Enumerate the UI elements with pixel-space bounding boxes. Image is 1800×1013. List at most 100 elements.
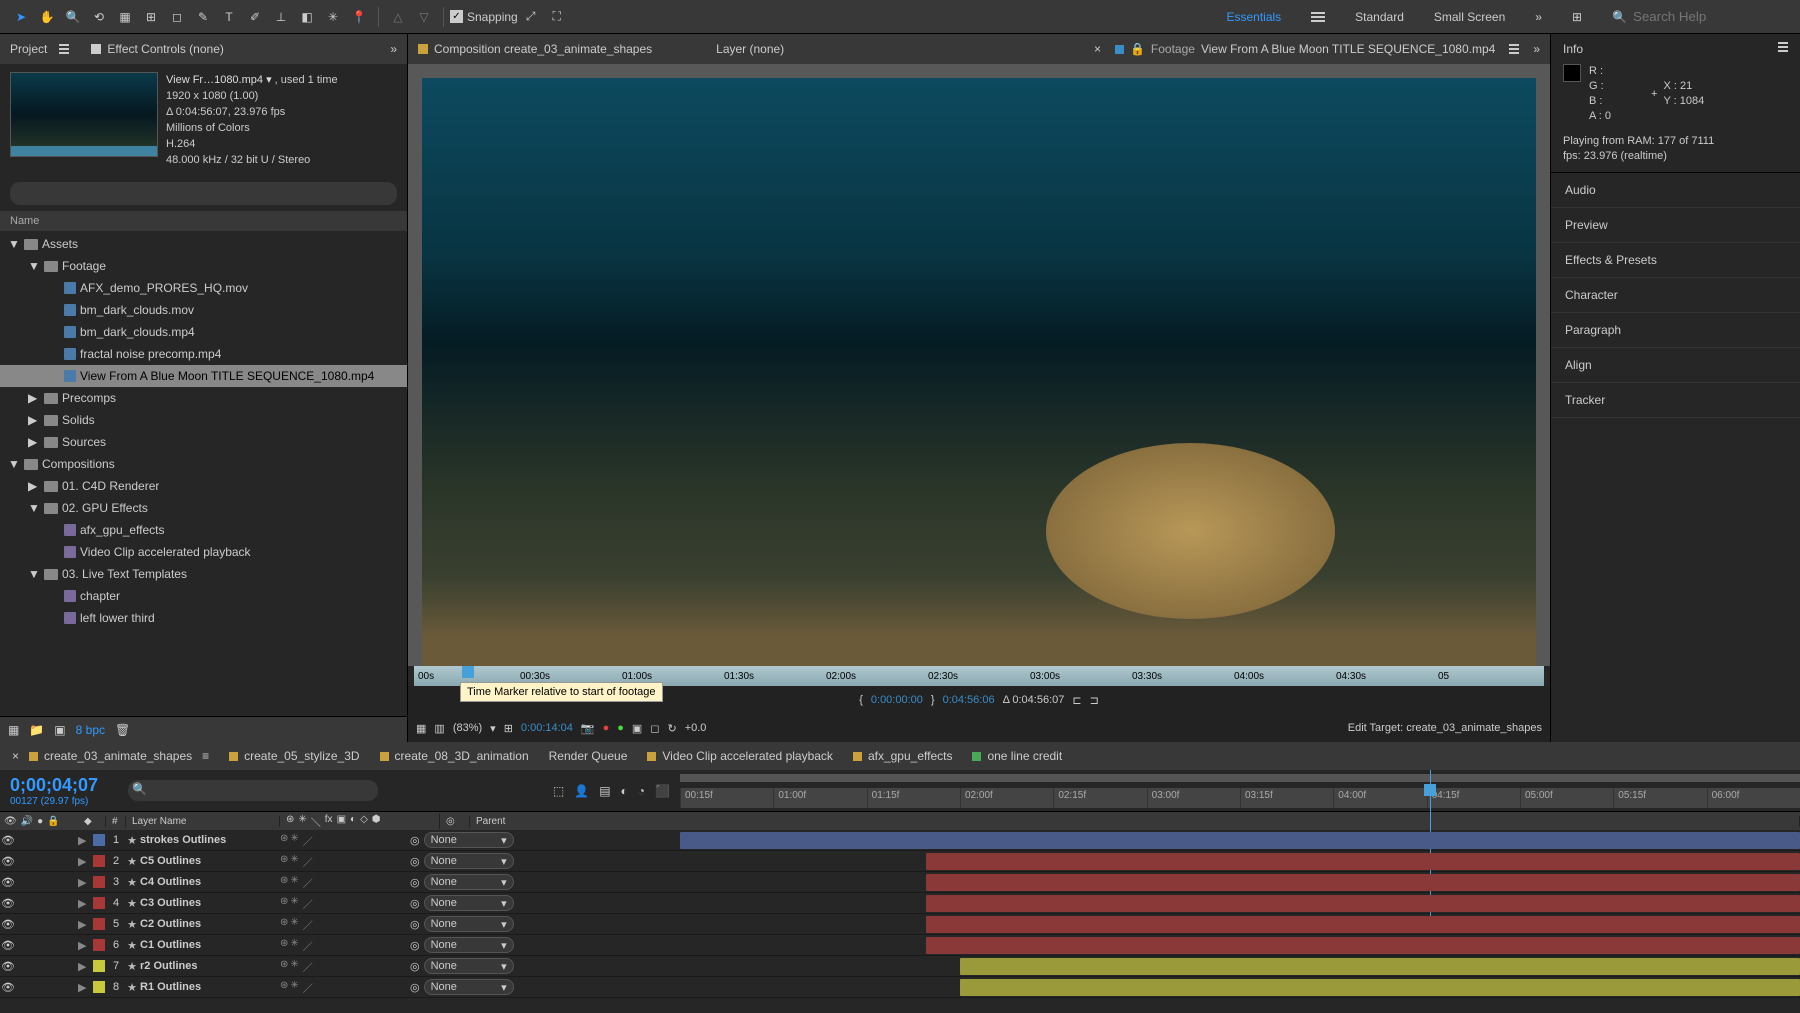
rect-tool-icon[interactable]: ◻ — [164, 4, 190, 30]
pickwhip-icon[interactable]: ◎ — [410, 939, 420, 952]
solo-col-icon[interactable]: ● — [37, 816, 43, 827]
lock-icon[interactable] — [48, 834, 64, 847]
visibility-icon[interactable]: 👁 — [0, 960, 16, 973]
expand-layer-icon[interactable]: ▶ — [78, 939, 90, 952]
expand-icon[interactable]: » — [1533, 42, 1540, 56]
layer-switches[interactable]: ⊛✳／ — [280, 875, 410, 890]
resolution-icon[interactable]: ⊞ — [504, 722, 513, 735]
tree-row[interactable]: bm_dark_clouds.mp4 — [0, 321, 407, 343]
pickwhip-icon[interactable]: ◎ — [410, 834, 420, 847]
audio-icon[interactable] — [16, 981, 32, 994]
tree-row[interactable]: afx_gpu_effects — [0, 519, 407, 541]
pickwhip-icon[interactable]: ◎ — [410, 897, 420, 910]
layer-row[interactable]: 👁▶3★C4 Outlines⊛✳／◎None — [0, 872, 1800, 893]
parent-col[interactable]: Parent — [470, 816, 1800, 827]
panel-item[interactable]: Character — [1551, 278, 1800, 313]
green-channel-icon[interactable]: ● — [617, 722, 624, 734]
layer-track[interactable] — [680, 977, 1800, 998]
snap-opt-icon[interactable]: ⤢ — [518, 4, 544, 30]
panel-menu-icon[interactable] — [59, 44, 69, 54]
tree-row[interactable]: left lower third — [0, 607, 407, 629]
expand-icon[interactable]: » — [390, 42, 397, 56]
parent-dropdown[interactable]: None — [424, 853, 514, 869]
expand-arrow-icon[interactable]: ▼ — [8, 457, 20, 471]
solo-icon[interactable] — [32, 897, 48, 910]
layer-row[interactable]: 👁▶6★C1 Outlines⊛✳／◎None — [0, 935, 1800, 956]
panel-item[interactable]: Tracker — [1551, 383, 1800, 418]
layer-row[interactable]: 👁▶5★C2 Outlines⊛✳／◎None — [0, 914, 1800, 935]
visibility-icon[interactable]: 👁 — [0, 834, 16, 847]
tab-project[interactable]: Project — [10, 42, 47, 56]
expand-layer-icon[interactable]: ▶ — [78, 981, 90, 994]
workspace-small[interactable]: Small Screen — [1434, 10, 1505, 24]
layer-track[interactable] — [680, 893, 1800, 914]
expand-arrow-icon[interactable]: ▼ — [28, 259, 40, 273]
region-icon[interactable]: ◻ — [650, 722, 659, 735]
pickwhip-icon[interactable]: ◎ — [410, 960, 420, 973]
solo-icon[interactable] — [32, 876, 48, 889]
current-frame[interactable]: 0:00:14:04 — [521, 722, 573, 734]
bpc-button[interactable]: 8 bpc — [76, 723, 105, 737]
audio-icon[interactable] — [16, 855, 32, 868]
timeline-tab[interactable]: create_03_animate_shapes ≡ — [29, 749, 209, 763]
lock-icon[interactable] — [48, 939, 64, 952]
layer-switches[interactable]: ⊛✳／ — [280, 959, 410, 974]
layer-name[interactable]: C5 Outlines — [140, 855, 280, 867]
layer-color-swatch[interactable] — [93, 834, 105, 846]
layer-bar[interactable] — [926, 895, 1800, 912]
workspace-essentials[interactable]: Essentials — [1226, 10, 1281, 24]
in-bracket-icon[interactable]: { — [859, 694, 863, 706]
layer-color-swatch[interactable] — [93, 981, 105, 993]
pickwhip-icon[interactable]: ◎ — [410, 855, 420, 868]
lock-icon[interactable] — [48, 855, 64, 868]
out-bracket-icon[interactable]: } — [931, 694, 935, 706]
layer-switches[interactable]: ⊛✳／ — [280, 917, 410, 932]
roto-tool-icon[interactable]: ✳ — [320, 4, 346, 30]
lock-icon[interactable] — [48, 876, 64, 889]
audio-icon[interactable] — [16, 918, 32, 931]
layer-color-swatch[interactable] — [93, 960, 105, 972]
visibility-icon[interactable]: 👁 — [0, 939, 16, 952]
reset-workspace-icon[interactable]: ⊞ — [1572, 10, 1582, 24]
tab-effect-controls[interactable]: Effect Controls (none) — [91, 42, 224, 56]
audio-icon[interactable] — [16, 876, 32, 889]
zoom-tool-icon[interactable]: 🔍 — [60, 4, 86, 30]
visibility-icon[interactable]: 👁 — [0, 855, 16, 868]
solo-icon[interactable] — [32, 939, 48, 952]
layer-track[interactable] — [680, 956, 1800, 977]
playhead-icon[interactable] — [1424, 784, 1436, 796]
eye-col-icon[interactable]: 👁 — [4, 816, 17, 827]
layer-bar[interactable] — [960, 958, 1800, 975]
expand-arrow-icon[interactable]: ▼ — [28, 501, 40, 515]
parent-dropdown[interactable]: None — [424, 979, 514, 995]
layer-search-input[interactable] — [128, 780, 378, 801]
loop-icon[interactable]: ↻ — [667, 722, 676, 735]
zoom-dropdown-icon[interactable]: ▾ — [490, 722, 496, 735]
brainstorm-icon[interactable]: ⬛ — [655, 784, 670, 798]
camera-tool-icon[interactable]: ▦ — [112, 4, 138, 30]
layer-bar[interactable] — [926, 937, 1800, 954]
lock-icon[interactable] — [48, 918, 64, 931]
tree-row[interactable]: fractal noise precomp.mp4 — [0, 343, 407, 365]
parent-dropdown[interactable]: None — [424, 958, 514, 974]
layer-name[interactable]: r2 Outlines — [140, 960, 280, 972]
transparency-icon[interactable]: ▣ — [632, 722, 642, 735]
solo-icon[interactable] — [32, 918, 48, 931]
ripple-out-icon[interactable]: ⊐ — [1090, 694, 1099, 707]
tab-layer[interactable]: Layer (none) — [716, 42, 784, 56]
solo-icon[interactable] — [32, 960, 48, 973]
new-folder-icon[interactable]: 📁 — [29, 723, 44, 737]
close-tab-icon[interactable]: × — [12, 749, 19, 763]
ripple-in-icon[interactable]: ⊏ — [1072, 694, 1081, 707]
layer-bar[interactable] — [926, 916, 1800, 933]
red-channel-icon[interactable]: ● — [603, 722, 610, 734]
viewer-menu-icon[interactable] — [1509, 44, 1519, 54]
lock-icon[interactable] — [48, 897, 64, 910]
current-timecode[interactable]: 0;00;04;07 — [10, 775, 98, 796]
pen-tool-icon[interactable]: ✎ — [190, 4, 216, 30]
layer-color-swatch[interactable] — [93, 918, 105, 930]
tree-row[interactable]: ▶Solids — [0, 409, 407, 431]
expand-layer-icon[interactable]: ▶ — [78, 918, 90, 931]
project-tree[interactable]: ▼Assets▼FootageAFX_demo_PRORES_HQ.movbm_… — [0, 231, 407, 716]
snapping-toggle[interactable]: ✓ Snapping — [450, 10, 518, 24]
